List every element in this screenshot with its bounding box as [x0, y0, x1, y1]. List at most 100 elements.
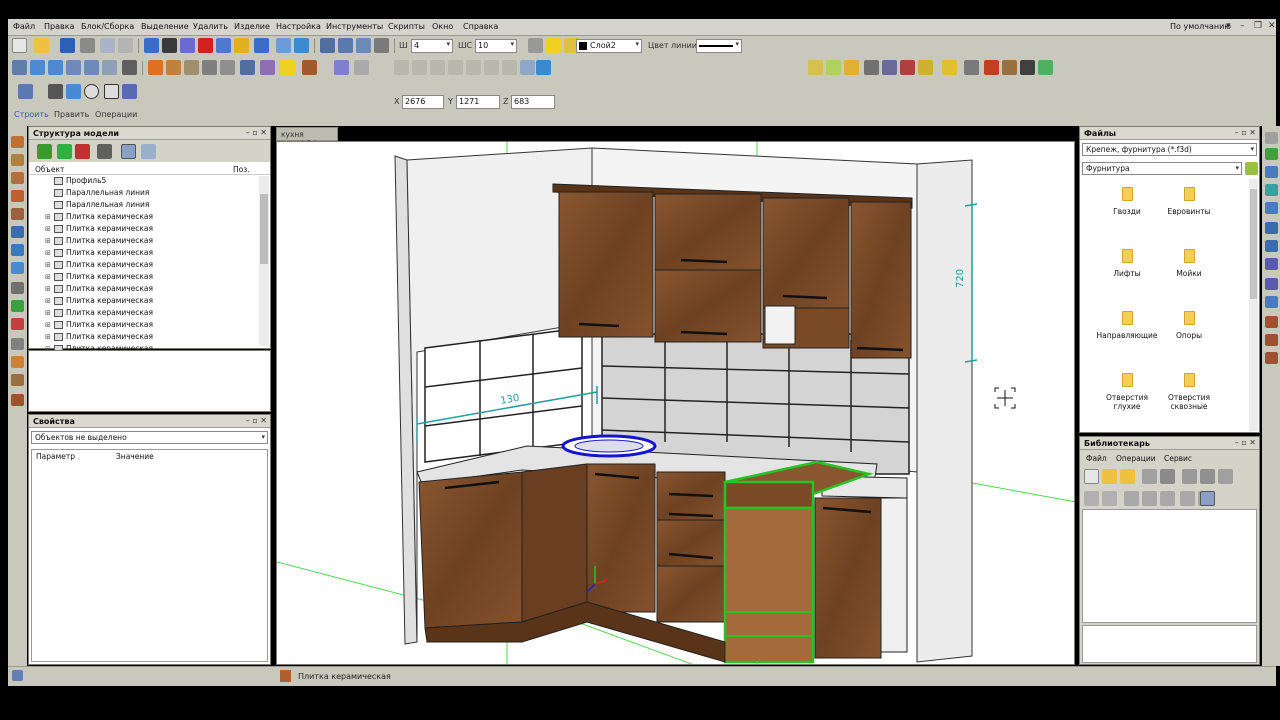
tree-row[interactable]: ⊞ Плитка керамическая — [45, 212, 153, 224]
dimension-icon[interactable] — [122, 84, 137, 99]
tool-icon[interactable] — [1265, 184, 1278, 196]
settings-icon[interactable] — [1182, 469, 1197, 484]
folder-item[interactable]: Отверстия сквозные — [1154, 373, 1224, 411]
expand-icon[interactable]: ⊞ — [45, 321, 52, 329]
menu-help[interactable]: Справка — [463, 22, 498, 31]
window-icon[interactable] — [240, 60, 255, 75]
tool-icon[interactable] — [1265, 258, 1278, 270]
tool-icon[interactable] — [1265, 148, 1278, 160]
arrow-up-icon[interactable] — [1084, 491, 1099, 506]
save-icon[interactable] — [1142, 469, 1157, 484]
folder-item[interactable]: Гвозди — [1092, 187, 1162, 216]
view-icon[interactable] — [276, 38, 291, 53]
expand-icon[interactable]: ⊞ — [45, 309, 52, 317]
print-icon[interactable] — [1160, 469, 1175, 484]
tool-icon[interactable] — [1265, 240, 1278, 252]
tree-row[interactable]: Параллельная линия — [45, 200, 149, 212]
expand-icon[interactable]: ⊞ — [45, 249, 52, 257]
menu-settings[interactable]: Настройка — [276, 22, 321, 31]
new-file-icon[interactable] — [12, 38, 27, 53]
panel-controls[interactable]: – ▫ ✕ — [246, 416, 267, 425]
line-tool-icon[interactable] — [334, 60, 349, 75]
tool-icon[interactable] — [1265, 222, 1278, 234]
cube-icon[interactable] — [184, 60, 199, 75]
viewport-3d[interactable]: 720 130 — [276, 141, 1075, 665]
menu-window[interactable]: Окно — [432, 22, 453, 31]
tab-build[interactable]: Строить — [14, 110, 49, 119]
tool-icon[interactable] — [1265, 166, 1278, 178]
ortho-icon[interactable] — [216, 38, 231, 53]
expand-icon[interactable]: ⊞ — [45, 213, 52, 221]
extrude-icon[interactable] — [84, 60, 99, 75]
folder-up-icon[interactable] — [1245, 162, 1258, 175]
add-icon[interactable] — [57, 144, 72, 159]
magnet-icon[interactable] — [198, 38, 213, 53]
polyline-icon[interactable] — [66, 84, 81, 99]
tree-row[interactable]: ⊞ Плитка керамическая — [45, 272, 153, 284]
tree-row[interactable]: ⊞ Плитка керамическая — [45, 236, 153, 248]
tree-row[interactable]: ⊞ Плитка керамическая — [45, 308, 153, 320]
tree-row[interactable]: Параллельная линия — [45, 188, 149, 200]
librarian-menu-file[interactable]: Файл — [1086, 454, 1107, 463]
measure-icon[interactable] — [254, 38, 269, 53]
tree-row[interactable]: ⊞ Плитка керамическая — [45, 224, 153, 236]
tool-icon[interactable] — [1265, 352, 1278, 364]
open-folder-icon[interactable] — [1102, 469, 1117, 484]
furniture-icon[interactable] — [808, 60, 823, 75]
chevron-down-icon[interactable]: ▾ — [635, 40, 639, 48]
file-filter-select[interactable]: Крепеж, фурнитура (*.f3d) ▾ — [1082, 143, 1257, 156]
view-mode-select[interactable]: По умолчанию — [1170, 22, 1231, 31]
report-icon[interactable] — [900, 60, 915, 75]
wc-input[interactable]: 10 ▾ — [475, 39, 517, 53]
box-icon[interactable] — [12, 60, 27, 75]
tree-row[interactable]: ⊞ Плитка керамическая — [45, 320, 153, 332]
panel-icon[interactable] — [30, 60, 45, 75]
wood-icon[interactable] — [11, 394, 24, 406]
sum-icon[interactable] — [1020, 60, 1035, 75]
wood-panel-icon[interactable] — [148, 60, 163, 75]
tools-icon[interactable] — [97, 144, 112, 159]
zoom-all-icon[interactable] — [320, 38, 335, 53]
chevron-down-icon[interactable]: ▾ — [735, 40, 739, 48]
tree-row[interactable]: Профиль5 — [45, 176, 106, 188]
tool-icon[interactable] — [1265, 316, 1278, 328]
help-icon[interactable] — [12, 670, 23, 681]
hinge-icon[interactable] — [11, 338, 24, 350]
tab-operations[interactable]: Операции — [95, 110, 137, 119]
profile-icon[interactable] — [11, 244, 24, 256]
panel-front-icon[interactable] — [48, 60, 63, 75]
rotate-icon[interactable] — [122, 60, 137, 75]
revolve-icon[interactable] — [102, 60, 117, 75]
panel-tool-icon[interactable] — [11, 136, 24, 148]
scrollbar-thumb[interactable] — [1250, 189, 1257, 299]
lightbulb-icon[interactable] — [546, 38, 561, 53]
new-icon[interactable] — [1084, 469, 1099, 484]
plugin-icon[interactable] — [1038, 60, 1053, 75]
menu-tools[interactable]: Инструменты — [326, 22, 383, 31]
zoom-icon[interactable] — [356, 38, 371, 53]
width-input[interactable]: 4 ▾ — [411, 39, 453, 53]
layer-manager-icon[interactable] — [528, 38, 543, 53]
folder-select[interactable]: Фурнитура ▾ — [1082, 162, 1242, 175]
folder-item[interactable]: Евровинты — [1154, 187, 1224, 216]
folder-item[interactable]: Лифты — [1092, 249, 1162, 278]
restore-icon[interactable]: ❐ — [1254, 21, 1262, 31]
layer-select[interactable]: Слой2 ▾ — [576, 39, 642, 53]
chevron-down-icon[interactable]: ▾ — [1226, 21, 1231, 31]
coord-z-input[interactable]: 683 — [511, 95, 555, 109]
close-icon[interactable]: ✕ — [1268, 21, 1276, 31]
eye-icon[interactable] — [141, 144, 156, 159]
expand-icon[interactable]: ⊞ — [45, 333, 52, 341]
selection-select[interactable]: Объектов не выделено ▾ — [31, 431, 268, 444]
print-icon[interactable] — [80, 38, 95, 53]
edit-icon[interactable] — [826, 60, 841, 75]
circle-icon[interactable] — [84, 84, 99, 99]
tree-scrollbar[interactable] — [259, 176, 269, 346]
cabinet-icon[interactable] — [166, 60, 181, 75]
drawer-icon[interactable] — [11, 282, 24, 294]
menu-selection[interactable]: Выделение — [141, 22, 189, 31]
folder-item[interactable]: Опоры — [1154, 311, 1224, 340]
open-folder-icon[interactable] — [34, 38, 49, 53]
chevron-down-icon[interactable]: ▾ — [1250, 145, 1254, 153]
import-icon[interactable] — [536, 60, 551, 75]
